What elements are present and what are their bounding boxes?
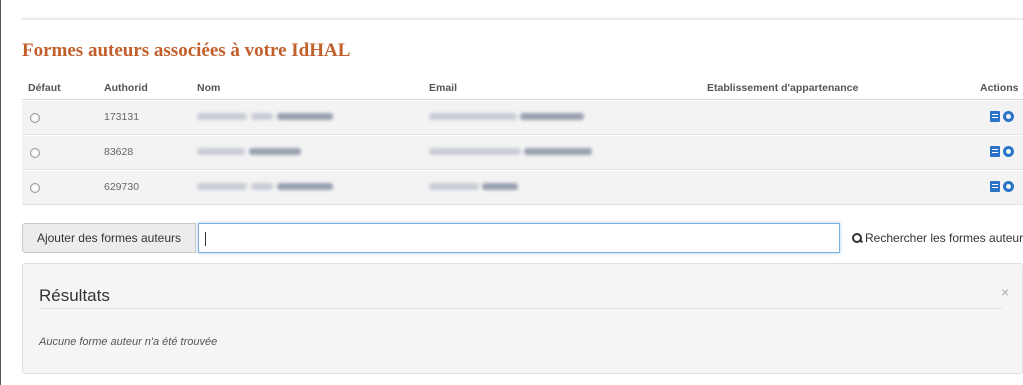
window-left-border xyxy=(0,0,1,385)
column-header-institution: Etablissement d'appartenance xyxy=(707,82,859,94)
table-row: 173131 xyxy=(22,101,1023,135)
column-header-name: Nom xyxy=(197,82,221,94)
circle-icon[interactable] xyxy=(1003,146,1014,157)
default-radio[interactable] xyxy=(30,113,40,123)
no-results-message: Aucune forme auteur n'a été trouvée xyxy=(39,336,218,348)
table-header: Défaut Authorid Nom Email Etablissement … xyxy=(22,78,1023,100)
column-header-authorid: Authorid xyxy=(104,82,148,94)
author-forms-search-input[interactable] xyxy=(198,223,840,253)
divider xyxy=(39,308,1002,309)
default-radio[interactable] xyxy=(30,183,40,193)
add-author-forms-button[interactable]: Ajouter des formes auteurs xyxy=(22,223,196,253)
column-header-actions: Actions xyxy=(980,82,1019,94)
email-cell-redacted xyxy=(429,113,517,120)
book-icon[interactable] xyxy=(990,181,1000,192)
search-icon xyxy=(852,233,862,243)
section-title: Formes auteurs associées à votre IdHAL xyxy=(22,40,351,61)
email-cell-redacted xyxy=(429,183,479,190)
results-title: Résultats xyxy=(39,286,110,305)
authorid-cell: 173131 xyxy=(104,111,140,123)
row-actions xyxy=(990,180,1023,194)
authorid-cell: 83628 xyxy=(104,146,134,158)
close-icon[interactable]: × xyxy=(1001,284,1009,300)
table-row: 629730 xyxy=(22,171,1023,205)
row-actions xyxy=(990,145,1023,159)
table-row: 83628 xyxy=(22,136,1023,170)
results-panel: Résultats × Aucune forme auteur n'a été … xyxy=(22,263,1023,374)
search-button-label: Rechercher les formes auteurs xyxy=(865,231,1023,245)
column-header-default: Défaut xyxy=(28,82,61,94)
circle-icon[interactable] xyxy=(1003,181,1014,192)
book-icon[interactable] xyxy=(990,146,1000,157)
circle-icon[interactable] xyxy=(1003,111,1014,122)
add-author-forms-bar: Ajouter des formes auteurs Rechercher le… xyxy=(22,223,1023,253)
text-caret xyxy=(205,232,206,246)
top-divider xyxy=(22,17,1023,20)
email-cell-redacted xyxy=(429,148,521,155)
authorid-cell: 629730 xyxy=(104,181,140,193)
name-cell-redacted xyxy=(197,148,245,155)
book-icon[interactable] xyxy=(990,111,1000,122)
search-author-forms-button[interactable]: Rechercher les formes auteurs xyxy=(844,223,1023,253)
default-radio[interactable] xyxy=(30,148,40,158)
name-cell-redacted xyxy=(197,183,247,190)
column-header-email: Email xyxy=(429,82,458,94)
row-actions xyxy=(990,110,1023,124)
name-cell-redacted xyxy=(197,113,247,120)
